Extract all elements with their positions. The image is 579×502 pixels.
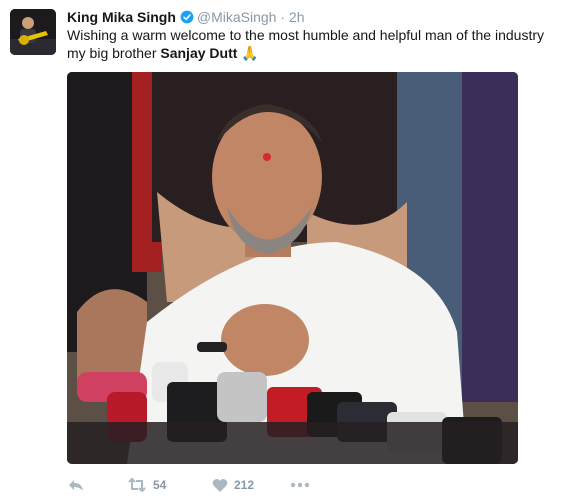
tweet-text-bold-name: Sanjay Dutt bbox=[160, 45, 238, 61]
retweet-count: 54 bbox=[153, 478, 167, 492]
tweet-actions: 54 212 bbox=[67, 474, 310, 496]
reply-icon bbox=[67, 477, 85, 493]
tweet-text-prefix: my big brother bbox=[67, 45, 161, 61]
folded-hands-emoji: 🙏 bbox=[241, 45, 259, 61]
tweet-timestamp[interactable]: 2h bbox=[289, 9, 305, 25]
retweet-button[interactable]: 54 bbox=[127, 477, 212, 493]
more-dots-icon bbox=[290, 482, 310, 488]
heart-icon bbox=[212, 478, 228, 493]
like-button[interactable]: 212 bbox=[212, 478, 290, 493]
display-name[interactable]: King Mika Singh bbox=[67, 9, 176, 25]
tweet-text-line-2: my big brother Sanjay Dutt 🙏 bbox=[67, 44, 567, 62]
retweet-icon bbox=[127, 477, 147, 493]
tweet-media-photo[interactable] bbox=[67, 72, 518, 464]
reply-button[interactable] bbox=[67, 477, 127, 493]
tweet-header: King Mika Singh @MikaSingh · 2h bbox=[67, 8, 305, 28]
avatar[interactable] bbox=[10, 9, 56, 55]
tweet-text: Wishing a warm welcome to the most humbl… bbox=[67, 26, 567, 62]
user-handle[interactable]: @MikaSingh bbox=[197, 9, 277, 25]
more-button[interactable] bbox=[290, 482, 310, 488]
header-separator: · bbox=[280, 9, 286, 25]
like-count: 212 bbox=[234, 478, 255, 492]
tweet-text-line-1: Wishing a warm welcome to the most humbl… bbox=[67, 27, 545, 43]
avatar-photo bbox=[10, 9, 56, 55]
